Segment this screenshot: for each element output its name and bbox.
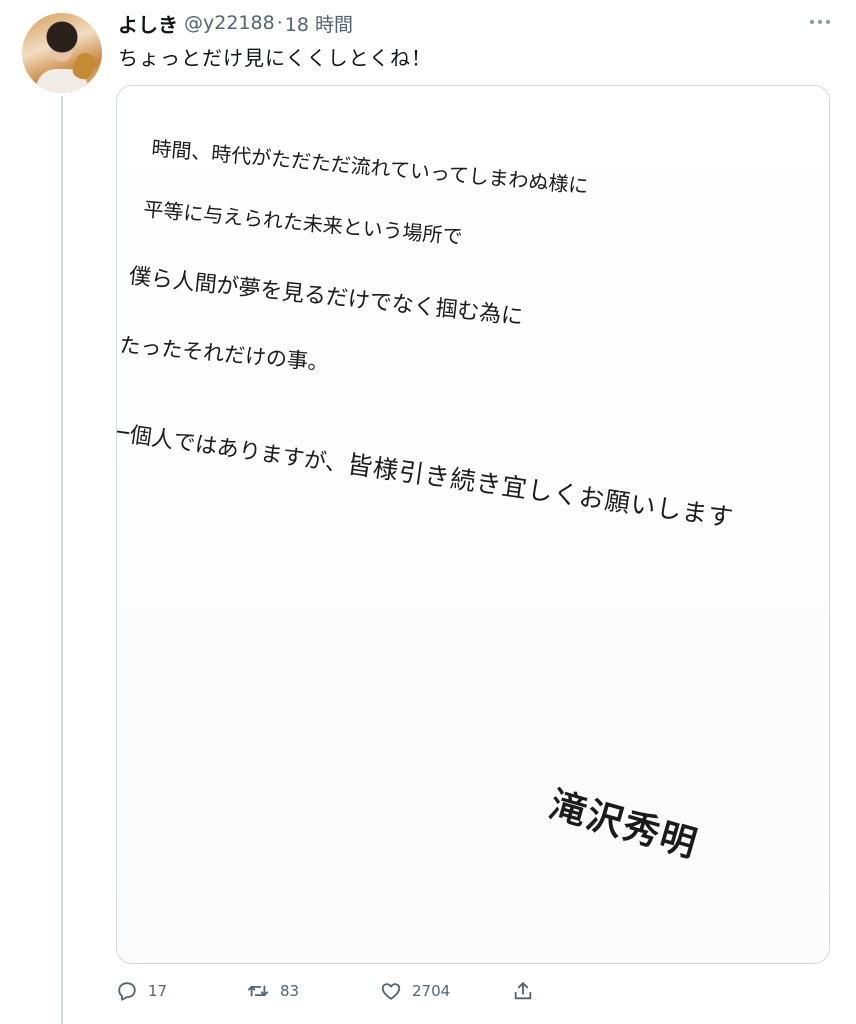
retweet-count: 83 [280,982,300,1000]
timestamp[interactable]: 18 時間 [285,10,353,37]
more-icon[interactable] [810,20,830,24]
tweet-text: ちょっとだけ見にくくしとくね！ [118,46,432,70]
avatar[interactable] [22,13,102,93]
letter-line: 一個人ではありますが、皆様引き続き宜しくお願いします [116,411,736,535]
tweet-actions: 17 83 2704 [116,974,828,1008]
share-icon [514,982,532,1000]
retweet-button[interactable]: 83 [246,974,299,1008]
share-button[interactable] [512,974,534,1008]
reply-icon [118,982,136,1001]
letter-line: たったそれだけの事。 [118,332,330,376]
letter-line: 時間、時代がただただ流れていってしまわぬ様に [150,135,590,199]
letter-signature: 滝沢秀明 [545,784,703,866]
reply-button[interactable]: 17 [116,974,167,1008]
like-count: 2704 [412,982,451,1000]
tweet-media[interactable]: 時間、時代がただただ流れていってしまわぬ様に 平等に与えられた未来という場所で … [116,85,830,964]
letter-line-part: 一個人ではありますが、 [116,419,349,479]
separator-dot: · [276,12,283,34]
like-icon [381,983,401,1000]
thread-line [61,96,63,1024]
tweet-header: よしき @y22188 · 18 時間 [118,9,353,38]
display-name[interactable]: よしき [118,9,178,38]
retweet-icon [247,985,269,997]
like-button[interactable]: 2704 [380,974,450,1008]
letter-image: 時間、時代がただただ流れていってしまわぬ様に 平等に与えられた未来という場所で … [117,86,829,963]
user-handle[interactable]: @y22188 [184,12,275,34]
letter-line: 僕ら人間が夢を見るだけでなく掴む為に [127,263,525,331]
reply-count: 17 [148,982,168,1000]
letter-line-part: 皆様引き続き宜しくお願いします [345,449,736,533]
letter-line: 平等に与えられた未来という場所で [142,196,464,249]
